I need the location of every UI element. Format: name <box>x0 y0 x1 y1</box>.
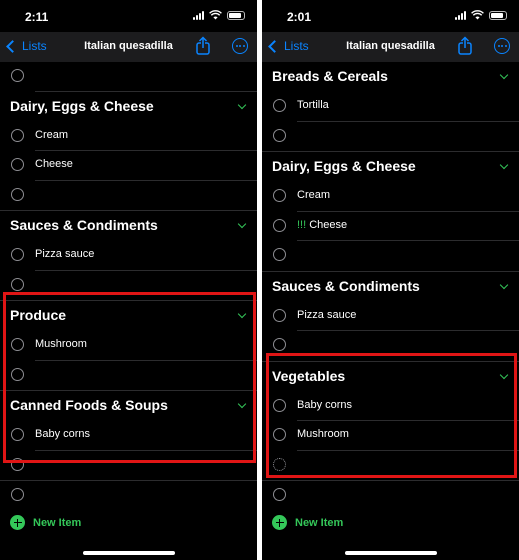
section-title: Dairy, Eggs & Cheese <box>272 158 416 174</box>
plus-circle-icon <box>272 515 287 530</box>
empty-item-row[interactable] <box>0 181 257 211</box>
highlight-box <box>266 353 517 478</box>
cellular-signal-icon <box>193 10 204 20</box>
section-breads-cereals: Breads & Cereals Tortilla <box>262 62 519 152</box>
list-item[interactable]: Pizza sauce <box>0 241 257 271</box>
checkbox-circle-icon[interactable] <box>273 189 286 202</box>
status-icons <box>193 10 245 20</box>
empty-item-row[interactable] <box>0 62 257 92</box>
checkbox-circle-icon[interactable] <box>11 277 24 291</box>
status-bar: 2:11 <box>0 0 257 32</box>
checkbox-circle-icon[interactable] <box>11 488 24 501</box>
status-icons <box>455 10 507 20</box>
left-screen: 2:11 Lists Italian quesadilla Dairy, Egg… <box>0 0 257 560</box>
list-item[interactable]: Cream <box>0 122 257 152</box>
item-label: Cheese <box>35 158 73 170</box>
status-time: 2:11 <box>25 10 49 24</box>
section-header[interactable]: Sauces & Condiments <box>0 211 257 241</box>
list-item[interactable]: Pizza sauce <box>262 302 519 332</box>
section-sauces-condiments: Sauces & Condiments Pizza sauce <box>0 211 257 301</box>
item-label: !!! Cheese <box>297 219 347 231</box>
wifi-icon <box>471 10 484 20</box>
section-dairy-eggs-cheese: Dairy, Eggs & Cheese Cream !!! Cheese <box>262 152 519 272</box>
nav-bar: Lists Italian quesadilla <box>262 32 519 62</box>
section-sauces-condiments: Sauces & Condiments Pizza sauce <box>262 272 519 362</box>
checkbox-circle-icon[interactable] <box>273 308 286 322</box>
section-header[interactable]: Sauces & Condiments <box>262 272 519 302</box>
empty-item-row[interactable] <box>0 481 257 511</box>
section-dairy-eggs-cheese: Dairy, Eggs & Cheese Cream Cheese <box>0 92 257 211</box>
status-time: 2:01 <box>287 10 312 24</box>
chevron-down-icon[interactable] <box>499 280 509 289</box>
new-item-button[interactable]: New Item <box>272 515 343 530</box>
checkbox-circle-icon[interactable] <box>11 158 24 171</box>
chevron-down-icon[interactable] <box>499 70 509 80</box>
checkbox-circle-icon[interactable] <box>11 187 24 201</box>
item-label: Cream <box>297 189 331 201</box>
item-label: Pizza sauce <box>297 308 357 321</box>
home-indicator <box>82 551 175 555</box>
right-screen: 2:01 Lists Italian quesadilla Breads & C… <box>262 0 519 560</box>
cellular-signal-icon <box>455 10 466 20</box>
section-header[interactable]: Dairy, Eggs & Cheese <box>0 92 257 122</box>
checkbox-circle-icon[interactable] <box>273 248 286 261</box>
checkbox-circle-icon[interactable] <box>273 99 286 112</box>
section-title: Dairy, Eggs & Cheese <box>10 97 154 114</box>
home-indicator <box>344 551 437 555</box>
more-options-icon[interactable] <box>494 38 510 54</box>
wifi-icon <box>209 10 222 20</box>
plus-circle-icon <box>10 515 25 530</box>
more-options-icon[interactable] <box>232 38 248 54</box>
checkbox-circle-icon[interactable] <box>11 248 24 261</box>
section-title: Sauces & Condiments <box>10 217 158 233</box>
item-label: Cream <box>35 128 69 141</box>
checkbox-circle-icon[interactable] <box>273 488 286 501</box>
section-title: Sauces & Condiments <box>272 277 420 294</box>
page-title: Italian quesadilla <box>346 40 435 52</box>
new-item-label: New Item <box>33 516 82 529</box>
chevron-down-icon[interactable] <box>499 160 509 170</box>
empty-item-row[interactable] <box>262 241 519 271</box>
empty-item-row[interactable] <box>262 481 519 511</box>
nav-bar: Lists Italian quesadilla <box>0 32 257 62</box>
checkbox-circle-icon[interactable] <box>273 218 286 232</box>
list-item[interactable]: Cream <box>262 182 519 212</box>
new-item-button[interactable]: New Item <box>10 515 81 530</box>
list-item[interactable]: !!! Cheese <box>262 212 519 242</box>
section-header[interactable]: Breads & Cereals <box>262 62 519 92</box>
battery-icon <box>489 10 507 20</box>
section-header[interactable]: Dairy, Eggs & Cheese <box>262 152 519 182</box>
status-bar: 2:01 <box>262 0 519 32</box>
battery-icon <box>227 10 245 20</box>
item-label: Pizza sauce <box>35 248 95 260</box>
share-icon[interactable] <box>194 36 212 56</box>
chevron-down-icon[interactable] <box>237 100 247 109</box>
list-item[interactable]: Tortilla <box>262 92 519 122</box>
checkbox-circle-icon[interactable] <box>11 69 24 82</box>
list-item[interactable]: Cheese <box>0 151 257 181</box>
item-text: Cheese <box>309 218 348 231</box>
priority-marker: !!! <box>297 218 307 231</box>
checkbox-circle-icon[interactable] <box>11 128 24 142</box>
section-title: Breads & Cereals <box>272 68 388 84</box>
page-title: Italian quesadilla <box>84 40 173 52</box>
checkbox-circle-icon[interactable] <box>273 128 286 142</box>
new-item-label: New Item <box>295 516 344 529</box>
share-icon[interactable] <box>456 36 474 56</box>
item-label: Tortilla <box>297 99 329 111</box>
checkbox-circle-icon[interactable] <box>273 338 286 351</box>
chevron-down-icon[interactable] <box>237 219 247 229</box>
highlight-box <box>3 292 256 463</box>
empty-item-row[interactable] <box>262 122 519 152</box>
